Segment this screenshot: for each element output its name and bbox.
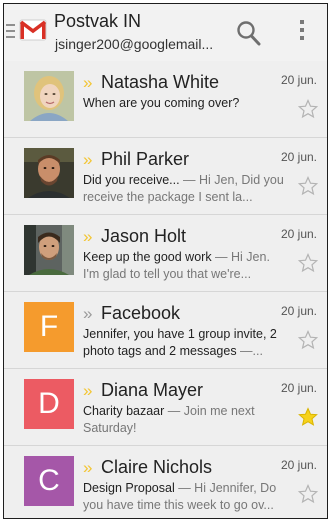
subject: Did you receive...	[83, 173, 180, 187]
subject: When are you coming over?	[83, 96, 240, 110]
message-date: 20 jun.	[280, 381, 317, 395]
overflow-menu-icon[interactable]	[296, 20, 308, 46]
letter-avatar-d: D	[24, 379, 74, 429]
message-date: 20 jun.	[280, 458, 317, 472]
gmail-inbox-screen: Postvak IN jsinger200@googlemail... » Na…	[3, 3, 328, 519]
importance-marker-icon: »	[83, 381, 93, 400]
avatar[interactable]	[24, 71, 74, 121]
message-date: 20 jun.	[280, 73, 317, 87]
message-row[interactable]: » Jason Holt 20 jun. Keep up the good wo…	[4, 215, 327, 292]
message-preview: Charity bazaar — Join me next Saturday!	[83, 403, 288, 437]
avatar[interactable]	[24, 225, 74, 275]
message-preview: Design Proposal — Hi Jennifer, Do you ha…	[83, 480, 288, 514]
avatar[interactable]: F	[24, 302, 74, 352]
sender-name: Facebook	[101, 303, 181, 323]
sender-name: Phil Parker	[101, 149, 190, 169]
message-preview: When are you coming over?	[83, 95, 288, 129]
action-bar: Postvak IN jsinger200@googlemail...	[4, 4, 327, 61]
sender-name: Jason Holt	[101, 226, 187, 246]
subject: Keep up the good work	[83, 250, 212, 264]
message-row[interactable]: F » Facebook 20 jun. Jennifer, you have …	[4, 292, 327, 369]
importance-marker-icon: »	[83, 304, 93, 323]
snippet: —...	[236, 344, 263, 358]
avatar[interactable]	[24, 148, 74, 198]
avatar[interactable]: C	[24, 456, 74, 506]
page-title[interactable]: Postvak IN	[54, 11, 141, 32]
message-row[interactable]: » Natasha White 20 jun. When are you com…	[4, 61, 327, 138]
message-preview: Jennifer, you have 1 group invite, 2 pho…	[83, 326, 288, 360]
sender-name: Diana Mayer	[101, 380, 204, 400]
importance-marker-icon: »	[83, 150, 93, 169]
search-icon[interactable]	[236, 20, 262, 48]
gmail-icon[interactable]	[19, 18, 47, 42]
letter-avatar-f: F	[24, 302, 74, 352]
sender-name: Natasha White	[101, 72, 220, 92]
letter-avatar-c: C	[24, 456, 74, 506]
message-date: 20 jun.	[280, 304, 317, 318]
star-icon[interactable]	[298, 253, 318, 273]
account-name[interactable]: jsinger200@googlemail...	[55, 36, 213, 52]
importance-marker-icon: »	[83, 73, 93, 92]
star-icon[interactable]	[298, 176, 318, 196]
message-row[interactable]: » Phil Parker 20 jun. Did you receive...…	[4, 138, 327, 215]
sender-name: Claire Nichols	[101, 457, 213, 477]
message-preview: Keep up the good work — Hi Jen. I'm glad…	[83, 249, 288, 283]
star-icon[interactable]	[298, 330, 318, 350]
drawer-handle-icon[interactable]	[6, 24, 15, 39]
message-row[interactable]: D » Diana Mayer 20 jun. Charity bazaar —…	[4, 369, 327, 446]
star-icon[interactable]	[298, 407, 318, 427]
message-list: » Natasha White 20 jun. When are you com…	[4, 61, 327, 518]
message-date: 20 jun.	[280, 227, 317, 241]
star-icon[interactable]	[298, 99, 318, 119]
star-icon[interactable]	[298, 484, 318, 504]
message-row[interactable]: C » Claire Nichols 20 jun. Design Propos…	[4, 446, 327, 518]
subject: Design Proposal	[83, 481, 175, 495]
subject: Charity bazaar	[83, 404, 165, 418]
message-preview: Did you receive... — Hi Jen, Did you rec…	[83, 172, 288, 206]
importance-marker-icon: »	[83, 227, 93, 246]
avatar[interactable]: D	[24, 379, 74, 429]
importance-marker-icon: »	[83, 458, 93, 477]
message-date: 20 jun.	[280, 150, 317, 164]
